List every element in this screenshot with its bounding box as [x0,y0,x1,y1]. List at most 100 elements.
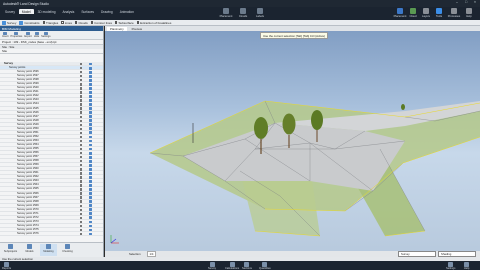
gear-icon [448,261,454,267]
clouds-ribbon-button[interactable]: Clouds [235,8,251,18]
sections-icon [244,261,250,267]
close-icon[interactable]: × [474,0,478,4]
breaklines-checkbox[interactable] [136,21,140,24]
visibility-checkbox[interactable] [80,119,83,122]
visibility-checkbox[interactable] [80,95,83,98]
visibility-checkbox[interactable] [80,143,83,147]
visibility-checkbox[interactable] [80,62,83,66]
visibility-checkbox[interactable] [80,127,83,131]
clouds-checkbox[interactable] [74,21,78,24]
visibility-checkbox[interactable] [80,192,83,195]
visibility-checkbox[interactable] [80,75,83,78]
contour-lines-checkbox[interactable] [90,21,94,24]
bottom-button-quantities[interactable]: Quantities [259,261,271,270]
toolbar-subsurface[interactable]: Subsurface [114,21,134,25]
tab-planimetry[interactable]: Planimetry [107,26,127,31]
visibility-checkbox[interactable] [80,188,83,191]
toolbar-contour-lines[interactable]: Contour lines [90,21,112,25]
visibility-checkbox[interactable] [80,79,83,82]
visibility-checkbox[interactable] [80,70,83,74]
visibility-checkbox[interactable] [80,123,83,126]
visibility-checkbox[interactable] [80,180,83,183]
tab-3d-modeling[interactable]: 3D modeling [35,9,59,14]
visibility-checkbox[interactable] [80,139,83,143]
visibility-checkbox[interactable] [80,103,83,106]
tab-surfaces[interactable]: Surfaces [78,9,97,14]
visibility-checkbox[interactable] [80,176,83,179]
tab-preview[interactable]: Preview [129,27,145,31]
visibility-checkbox[interactable] [80,208,83,211]
minimize-icon[interactable]: – [456,0,460,4]
visibility-checkbox[interactable] [80,200,83,203]
tab-survey[interactable]: Survey [2,9,18,14]
bottom-button-survey[interactable]: Survey [208,261,216,270]
visibility-checkbox[interactable] [80,111,83,114]
tree-column-header: Site [0,49,103,54]
visibility-checkbox[interactable] [80,196,83,199]
shading-dropdown[interactable]: Shading [438,250,476,257]
bottom-button-sections[interactable]: Sections [242,261,252,270]
visibility-checkbox[interactable] [80,99,83,102]
lines-checkbox[interactable] [61,21,64,24]
terrain-model[interactable] [105,31,480,251]
tab-animation[interactable]: Animation [117,9,137,14]
tab-analysis[interactable]: Analysis [60,9,78,14]
export-tool[interactable]: Export [24,32,32,38]
visibility-checkbox[interactable] [80,155,83,159]
toolbar-clouds[interactable]: Clouds [74,21,88,25]
processes-ribbon-button[interactable]: Processes [446,8,462,18]
toolbar-breaklines[interactable]: Extraction of breaklines [136,21,171,25]
visibility-checkbox[interactable] [80,115,83,118]
visibility-checkbox[interactable] [80,131,83,135]
toolbar-lines[interactable]: Lines [61,21,72,25]
visibility-checkbox[interactable] [80,107,83,110]
visibility-checkbox[interactable] [80,83,83,86]
toolbar-constraints[interactable]: Constraints [19,20,40,25]
visibility-checkbox[interactable] [80,172,83,175]
bottom-button-calculations[interactable]: Calculations [225,261,239,270]
maximize-icon[interactable]: □ [465,0,469,4]
3d-viewport[interactable]: Planimetry Preview Use the current selec… [105,26,480,257]
insert-tool[interactable]: Insert [2,32,9,38]
visibility-checkbox[interactable] [80,151,83,155]
visibility-checkbox[interactable] [80,216,83,220]
bottom-button-help[interactable]: Help [464,261,469,270]
toolbar-survey[interactable]: Survey [2,20,16,25]
bottom-button-reports[interactable]: Reports [2,261,11,270]
visibility-checkbox[interactable] [80,147,83,151]
settings-tool[interactable]: Settings [41,32,51,38]
list-item[interactable]: Survey point 1576 [0,232,103,237]
visibility-checkbox[interactable] [80,224,83,228]
visibility-checkbox[interactable] [80,212,83,216]
visibility-checkbox[interactable] [80,135,83,139]
visibility-checkbox[interactable] [80,232,83,236]
visibility-checkbox[interactable] [80,160,83,163]
visibility-checkbox[interactable] [80,168,83,171]
tools-ribbon-button[interactable]: Tools [431,8,447,18]
visibility-checkbox[interactable] [80,164,83,167]
triangles-checkbox[interactable] [42,21,46,24]
bottom-tab-subprojects[interactable]: Subprojects [2,244,19,256]
visibility-checkbox[interactable] [80,204,83,207]
labels-ribbon-button[interactable]: Labels [252,8,268,18]
bottom-button-settings[interactable]: Settings [446,261,455,270]
visibility-checkbox[interactable] [80,228,83,232]
visibility-checkbox[interactable] [80,91,83,94]
edit-icon[interactable] [89,232,92,236]
subsurface-checkbox[interactable] [114,21,118,24]
placement-ribbon-button[interactable]: Placement [218,8,234,18]
visibility-checkbox[interactable] [80,220,83,224]
help-ribbon-button[interactable]: Help [461,8,477,18]
visibility-checkbox[interactable] [80,66,83,70]
visibility-checkbox[interactable] [80,184,83,187]
visibility-checkbox[interactable] [80,87,83,90]
hide-tool[interactable]: Hide [34,32,39,38]
bottom-tab-modeling[interactable]: Modeling [40,244,57,256]
bottom-tab-checking[interactable]: Checking [59,244,76,256]
toolbar-triangles[interactable]: Triangles [42,21,58,25]
properties-tool[interactable]: Properties [11,32,22,38]
tab-drawing[interactable]: Drawing [98,9,116,14]
tab-model[interactable]: Model [18,9,34,14]
snap-dropdown[interactable]: Survey [398,250,436,257]
bottom-tab-models[interactable]: Models [21,244,38,256]
